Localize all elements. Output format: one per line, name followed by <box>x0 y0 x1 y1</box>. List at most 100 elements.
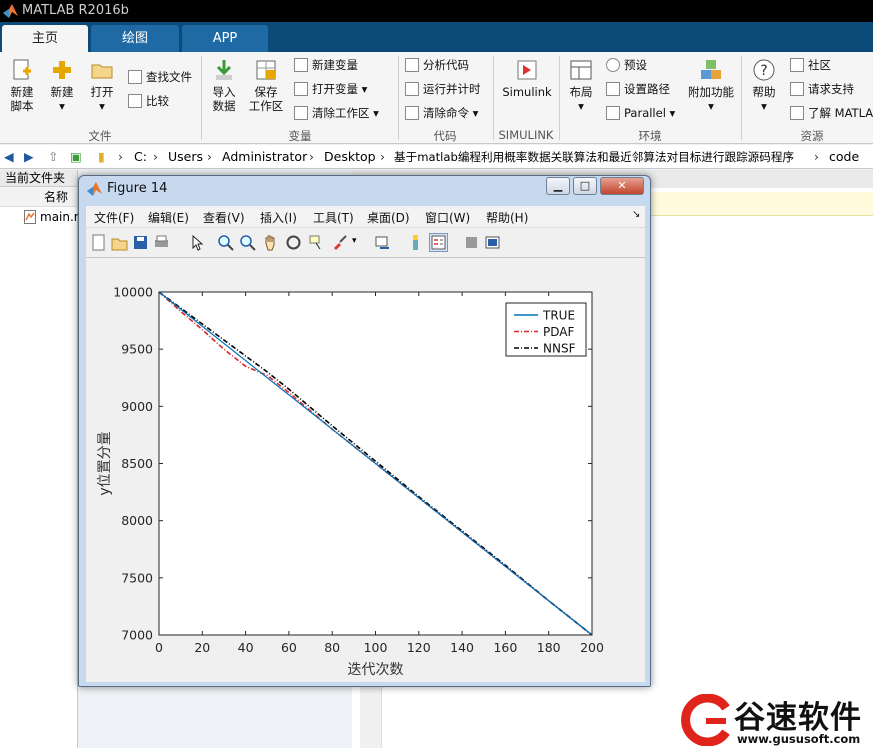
new-script-button[interactable]: 新建 脚本 <box>4 58 40 113</box>
breadcrumb-desktop[interactable]: Desktop <box>324 145 376 168</box>
analyze-code-icon <box>405 58 419 72</box>
run-and-time-button[interactable]: 运行并计时 <box>405 80 481 98</box>
menu-window[interactable]: 窗口(W) <box>425 209 470 226</box>
simulink-label: Simulink <box>502 85 552 99</box>
open-var-label: 打开变量 <box>312 82 358 96</box>
minimize-icon: ▁ <box>553 179 563 192</box>
menu-desktop[interactable]: 桌面(D) <box>367 209 410 226</box>
pan-hand-icon[interactable] <box>262 234 279 251</box>
file-item-main[interactable]: main.m <box>0 207 86 227</box>
menu-view[interactable]: 查看(V) <box>203 209 245 226</box>
new-script-label-2: 脚本 <box>10 99 34 113</box>
save-workspace-icon <box>256 60 276 80</box>
breadcrumb-separator: › <box>207 149 212 164</box>
save-ws-label-2: 工作区 <box>248 99 284 113</box>
breadcrumb-separator: › <box>380 149 385 164</box>
menu-edit[interactable]: 编辑(E) <box>148 209 189 226</box>
chevron-down-icon: ▾ <box>578 99 584 113</box>
menu-tools[interactable]: 工具(T) <box>313 209 354 226</box>
community-button[interactable]: 社区 <box>790 56 831 74</box>
clear-workspace-button[interactable]: 清除工作区 ▾ <box>294 104 379 122</box>
breadcrumb-separator: › <box>118 149 123 164</box>
menu-help[interactable]: 帮助(H) <box>486 209 528 226</box>
up-folder-icon[interactable]: ⇧ <box>48 145 58 168</box>
compare-button[interactable]: 比较 <box>128 92 169 110</box>
maximize-button[interactable]: □ <box>573 177 597 195</box>
zoom-in-icon[interactable] <box>217 234 234 251</box>
breadcrumb-separator: › <box>153 149 158 164</box>
new-variable-button[interactable]: 新建变量 <box>294 56 358 74</box>
legend-icon[interactable] <box>429 233 448 252</box>
layout-button[interactable]: 布局 ▾ <box>564 58 598 113</box>
minimize-button[interactable]: ▁ <box>546 177 570 195</box>
figure-canvas[interactable]: 0 20 40 60 80 100 120 140 160 180 200 7000 7500 8000 8… <box>86 258 645 682</box>
address-bar[interactable]: ◀ ▶ ⇧ ▣ ▮ › C: › Users › Administrator ›… <box>0 145 873 169</box>
x-tick-label: 80 <box>324 640 340 655</box>
open-variable-button[interactable]: 打开变量 ▾ <box>294 80 367 98</box>
breadcrumb-administrator[interactable]: Administrator <box>222 145 307 168</box>
dock-arrow-icon[interactable]: ↘ <box>632 209 640 220</box>
matlab-logo-icon <box>87 182 102 196</box>
section-environment: 环境 <box>638 129 662 143</box>
menu-file[interactable]: 文件(F) <box>94 209 134 226</box>
new-figure-icon[interactable] <box>90 234 107 251</box>
pointer-icon[interactable] <box>188 234 205 251</box>
line-chart[interactable]: 0 20 40 60 80 100 120 140 160 180 200 7000 7500 8000 8… <box>86 258 645 682</box>
figure-window[interactable]: Figure 14 ▁ □ ✕ 文件(F) 编辑(E) 查看(V) 插入(I) … <box>78 175 651 687</box>
print-icon[interactable] <box>153 234 170 251</box>
x-tick-label: 120 <box>407 640 431 655</box>
brush-icon[interactable] <box>331 234 348 251</box>
open-file-icon[interactable] <box>111 234 128 251</box>
colorbar-icon[interactable] <box>407 234 424 251</box>
breadcrumb-code[interactable]: code <box>829 145 859 168</box>
legend[interactable]: TRUE PDAF NNSF <box>505 302 587 357</box>
save-workspace-button[interactable]: 保存 工作区 <box>246 58 286 113</box>
browse-folder-icon[interactable]: ▣ <box>70 145 82 168</box>
chevron-down-icon[interactable]: ▾ <box>352 236 357 246</box>
new-button[interactable]: 新建 ▾ <box>44 58 80 113</box>
addons-button[interactable]: 附加功能 ▾ <box>686 58 736 113</box>
breadcrumb-separator: › <box>814 149 819 164</box>
learn-matlab-button[interactable]: 了解 MATLAB <box>790 104 873 122</box>
find-files-button[interactable]: 查找文件 <box>128 68 192 86</box>
request-support-button[interactable]: 请求支持 <box>790 80 854 98</box>
link-plot-icon[interactable] <box>374 234 391 251</box>
analyze-code-button[interactable]: 分析代码 <box>405 56 469 74</box>
clear-commands-button[interactable]: 清除命令 ▾ <box>405 104 478 122</box>
svg-text:?: ? <box>760 63 767 79</box>
tab-plots[interactable]: 绘图 <box>91 25 179 52</box>
breadcrumb-users[interactable]: Users <box>168 145 203 168</box>
addons-cubes-icon <box>701 60 721 79</box>
show-plot-tools-icon[interactable] <box>484 234 501 251</box>
chevron-down-icon: ▾ <box>99 99 105 113</box>
breadcrumb-c[interactable]: C: <box>134 145 147 168</box>
forward-arrow-icon[interactable]: ▶ <box>24 145 34 168</box>
tab-home[interactable]: 主页 <box>2 25 88 52</box>
simulink-button[interactable]: Simulink <box>500 58 554 99</box>
parallel-button[interactable]: Parallel ▾ <box>606 104 675 122</box>
open-variable-icon <box>294 82 308 96</box>
import-data-button[interactable]: 导入 数据 <box>206 58 242 113</box>
close-icon: ✕ <box>617 179 627 192</box>
preferences-button[interactable]: 预设 <box>606 56 647 74</box>
y-tick-label: 8000 <box>121 513 153 528</box>
close-button[interactable]: ✕ <box>600 177 644 195</box>
save-icon[interactable] <box>132 234 149 251</box>
open-button[interactable]: 打开 ▾ <box>84 58 120 113</box>
help-button[interactable]: ? 帮助 ▾ <box>746 58 782 113</box>
section-resources: 资源 <box>800 129 824 143</box>
clear-commands-icon <box>405 106 419 120</box>
back-arrow-icon[interactable]: ◀ <box>4 145 14 168</box>
matlab-logo-icon <box>3 4 18 18</box>
menu-insert[interactable]: 插入(I) <box>260 209 297 226</box>
set-path-button[interactable]: 设置路径 <box>606 80 670 98</box>
name-column-header[interactable]: 名称 <box>0 187 77 207</box>
tab-apps[interactable]: APP <box>182 25 268 52</box>
m-file-icon <box>24 210 36 224</box>
zoom-out-icon[interactable] <box>239 234 256 251</box>
rotate-3d-icon[interactable] <box>285 234 302 251</box>
data-cursor-icon[interactable] <box>308 234 325 251</box>
breadcrumb-project-folder[interactable]: 基于matlab编程利用概率数据关联算法和最近邻算法对目标进行跟踪源码程序 <box>394 145 794 168</box>
hide-plot-tools-icon[interactable] <box>463 234 480 251</box>
prefs-label: 预设 <box>624 58 647 72</box>
